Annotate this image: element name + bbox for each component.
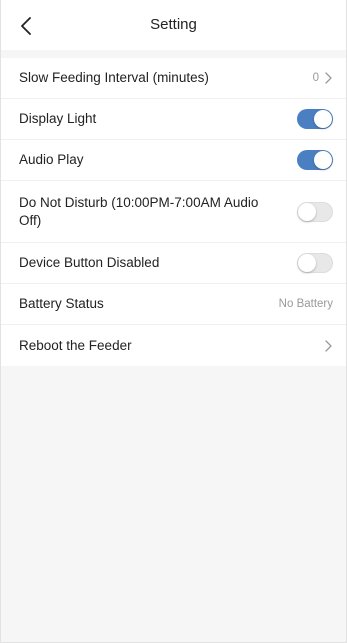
setting-label: Reboot the Feeder xyxy=(19,337,132,353)
toggle-knob xyxy=(314,110,332,128)
settings-list: Slow Feeding Interval (minutes) 0 Displa… xyxy=(1,58,346,366)
page-title: Setting xyxy=(150,16,197,33)
setting-row-battery-status: Battery Status No Battery xyxy=(1,284,346,325)
audio-play-toggle[interactable] xyxy=(297,150,333,170)
setting-value: 0 xyxy=(312,72,319,84)
setting-row-do-not-disturb: Do Not Disturb (10:00PM-7:00AM Audio Off… xyxy=(1,181,346,243)
setting-row-slow-feeding-interval[interactable]: Slow Feeding Interval (minutes) 0 xyxy=(1,58,346,99)
setting-label: Do Not Disturb (10:00PM-7:00AM Audio Off… xyxy=(19,194,259,228)
do-not-disturb-toggle[interactable] xyxy=(297,201,333,222)
setting-label: Device Button Disabled xyxy=(19,255,160,270)
setting-right: 0 xyxy=(313,71,333,85)
toggle-knob xyxy=(298,254,316,272)
nav-bar: Setting xyxy=(1,0,346,58)
settings-screen: Setting Slow Feeding Interval (minutes) … xyxy=(0,0,347,643)
setting-row-device-button-disabled: Device Button Disabled xyxy=(1,243,346,284)
display-light-toggle[interactable] xyxy=(297,109,333,129)
toggle-knob xyxy=(314,151,332,169)
chevron-right-icon xyxy=(323,71,333,85)
setting-row-display-light: Display Light xyxy=(1,99,346,140)
setting-row-reboot-feeder[interactable]: Reboot the Feeder xyxy=(1,325,346,366)
setting-label: Audio Play xyxy=(19,152,84,167)
setting-label: Battery Status xyxy=(19,296,104,311)
chevron-right-icon xyxy=(323,339,333,353)
device-button-disabled-toggle[interactable] xyxy=(297,253,333,273)
setting-row-audio-play: Audio Play xyxy=(1,140,346,181)
setting-label: Slow Feeding Interval (minutes) xyxy=(19,70,209,85)
battery-status-value: No Battery xyxy=(278,298,333,310)
toggle-knob xyxy=(298,202,316,221)
setting-label: Display Light xyxy=(19,111,97,126)
